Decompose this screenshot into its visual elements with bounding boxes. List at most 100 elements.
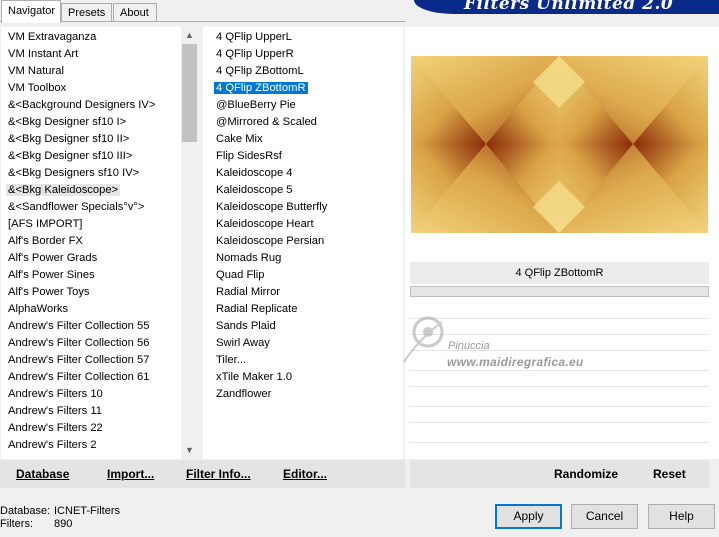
- filter-item[interactable]: @Mirrored & Scaled: [203, 114, 403, 131]
- filter-item[interactable]: Kaleidoscope Persian: [203, 233, 403, 250]
- filter-item[interactable]: 4 QFlip UpperL: [203, 29, 403, 46]
- category-scrollbar[interactable]: ▲ ▼: [181, 27, 198, 459]
- category-list[interactable]: VM Extravaganza VM Instant Art VM Natural V…: [1, 27, 181, 459]
- category-item[interactable]: Alf's Power Sines: [1, 267, 181, 284]
- category-item[interactable]: VM Toolbox: [1, 80, 181, 97]
- category-label: &<Bkg Kaleidoscope>: [6, 184, 121, 196]
- filter-item[interactable]: Flip SidesRsf: [203, 148, 403, 165]
- param-divider: [410, 406, 709, 407]
- filter-item[interactable]: 4 QFlip ZBottomR: [203, 80, 403, 97]
- category-item[interactable]: VM Instant Art: [1, 46, 181, 63]
- filter-item[interactable]: Swirl Away: [203, 335, 403, 352]
- param-divider: [410, 318, 709, 319]
- category-item[interactable]: VM Extravaganza: [1, 29, 181, 46]
- database-value: ICNET-Filters: [54, 505, 120, 517]
- apply-button[interactable]: Apply: [495, 504, 562, 529]
- filter-list[interactable]: 4 QFlip UpperL 4 QFlip UpperR 4 QFlip ZBot…: [203, 27, 403, 459]
- category-item[interactable]: Andrew's Filter Collection 56: [1, 335, 181, 352]
- category-item[interactable]: Andrew's Filter Collection 57: [1, 352, 181, 369]
- filter-label: @BlueBerry Pie: [216, 99, 296, 111]
- tab-presets[interactable]: Presets: [61, 3, 112, 22]
- filter-label: Radial Mirror: [216, 286, 281, 298]
- filter-item[interactable]: Kaleidoscope 4: [203, 165, 403, 182]
- category-item[interactable]: Alf's Border FX: [1, 233, 181, 250]
- category-item[interactable]: Andrew's Filters 22: [1, 420, 181, 437]
- filter-item[interactable]: Kaleidoscope 5: [203, 182, 403, 199]
- scroll-thumb[interactable]: [182, 44, 197, 142]
- category-label: &<Bkg Designer sf10 II>: [8, 133, 130, 145]
- randomize-button[interactable]: Randomize: [554, 467, 618, 481]
- progress-bar: [410, 286, 709, 297]
- watermark-url: www.maidiregrafica.eu: [447, 355, 584, 369]
- filter-item[interactable]: 4 QFlip ZBottomL: [203, 63, 403, 80]
- category-item[interactable]: &<Bkg Designer sf10 I>: [1, 114, 181, 131]
- category-label: VM Extravaganza: [8, 31, 97, 43]
- filter-label: Flip SidesRsf: [216, 150, 282, 162]
- category-item[interactable]: &<Bkg Kaleidoscope>: [1, 182, 181, 199]
- editor-button[interactable]: Editor...: [283, 467, 327, 481]
- filter-item[interactable]: xTile Maker 1.0: [203, 369, 403, 386]
- filter-label: Kaleidoscope Persian: [216, 235, 325, 247]
- category-label: VM Natural: [8, 65, 64, 77]
- filter-label: 4 QFlip UpperL: [216, 31, 292, 43]
- preview-filter-name: 4 QFlip ZBottomR: [410, 262, 709, 284]
- category-label: Alf's Border FX: [8, 235, 83, 247]
- category-label: Andrew's Filters 22: [8, 422, 103, 434]
- filter-label: 4 QFlip ZBottomR: [214, 82, 308, 94]
- category-item[interactable]: VM Natural: [1, 63, 181, 80]
- filter-label: 4 QFlip ZBottomL: [216, 65, 304, 77]
- filter-item[interactable]: Nomads Rug: [203, 250, 403, 267]
- filter-item[interactable]: Cake Mix: [203, 131, 403, 148]
- category-item[interactable]: Alf's Power Toys: [1, 284, 181, 301]
- category-label: Alf's Power Sines: [8, 269, 95, 281]
- database-button[interactable]: Database: [16, 467, 69, 481]
- category-label: &<Sandflower Specials°v°>: [8, 201, 145, 213]
- category-item[interactable]: Andrew's Filters 2: [1, 437, 181, 454]
- category-item[interactable]: Alf's Power Grads: [1, 250, 181, 267]
- tab-navigator[interactable]: Navigator: [1, 0, 61, 23]
- filter-item[interactable]: 4 QFlip UpperR: [203, 46, 403, 63]
- app-banner: Filters Unlimited 2.0: [414, 0, 719, 14]
- category-item[interactable]: &<Bkg Designers sf10 IV>: [1, 165, 181, 182]
- filter-item[interactable]: Zandflower: [203, 386, 403, 403]
- import-button[interactable]: Import...: [107, 467, 154, 481]
- category-item[interactable]: &<Bkg Designer sf10 II>: [1, 131, 181, 148]
- category-item[interactable]: Andrew's Filters 10: [1, 386, 181, 403]
- category-item[interactable]: Andrew's Filter Collection 55: [1, 318, 181, 335]
- category-item[interactable]: Andrew's Filters 11: [1, 403, 181, 420]
- category-label: AlphaWorks: [8, 303, 69, 315]
- scroll-down-icon[interactable]: ▼: [181, 442, 198, 459]
- scroll-up-icon[interactable]: ▲: [181, 27, 198, 44]
- category-label: VM Toolbox: [8, 82, 67, 94]
- filter-item[interactable]: Radial Replicate: [203, 301, 403, 318]
- category-item[interactable]: AlphaWorks: [1, 301, 181, 318]
- category-item[interactable]: &<Background Designers IV>: [1, 97, 181, 114]
- category-item[interactable]: &<Bkg Designer sf10 III>: [1, 148, 181, 165]
- filter-label: Quad Flip: [216, 269, 265, 281]
- category-item[interactable]: Andrew's Filter Collection 61: [1, 369, 181, 386]
- filter-item[interactable]: Quad Flip: [203, 267, 403, 284]
- category-item[interactable]: &<Sandflower Specials°v°>: [1, 199, 181, 216]
- filter-item[interactable]: Sands Plaid: [203, 318, 403, 335]
- filter-item[interactable]: Kaleidoscope Heart: [203, 216, 403, 233]
- filter-label: @Mirrored & Scaled: [216, 116, 317, 128]
- category-label: Andrew's Filters 11: [8, 405, 102, 417]
- filters-count: 890: [54, 518, 73, 530]
- filter-label: Kaleidoscope 4: [216, 167, 293, 179]
- filter-item[interactable]: Kaleidoscope Butterfly: [203, 199, 403, 216]
- param-divider: [410, 370, 709, 371]
- filter-info-button[interactable]: Filter Info...: [186, 467, 251, 481]
- help-button[interactable]: Help: [648, 504, 715, 529]
- category-label: Alf's Power Toys: [8, 286, 90, 298]
- reset-button[interactable]: Reset: [653, 467, 686, 481]
- category-label: &<Bkg Designer sf10 I>: [8, 116, 127, 128]
- filter-label: xTile Maker 1.0: [216, 371, 293, 383]
- category-label: &<Bkg Designer sf10 III>: [8, 150, 133, 162]
- category-item[interactable]: [AFS IMPORT]: [1, 216, 181, 233]
- tab-about[interactable]: About: [113, 3, 157, 22]
- filter-label: Sands Plaid: [216, 320, 276, 332]
- filter-item[interactable]: Radial Mirror: [203, 284, 403, 301]
- filter-item[interactable]: Tiler...: [203, 352, 403, 369]
- cancel-button[interactable]: Cancel: [571, 504, 638, 529]
- filter-item[interactable]: @BlueBerry Pie: [203, 97, 403, 114]
